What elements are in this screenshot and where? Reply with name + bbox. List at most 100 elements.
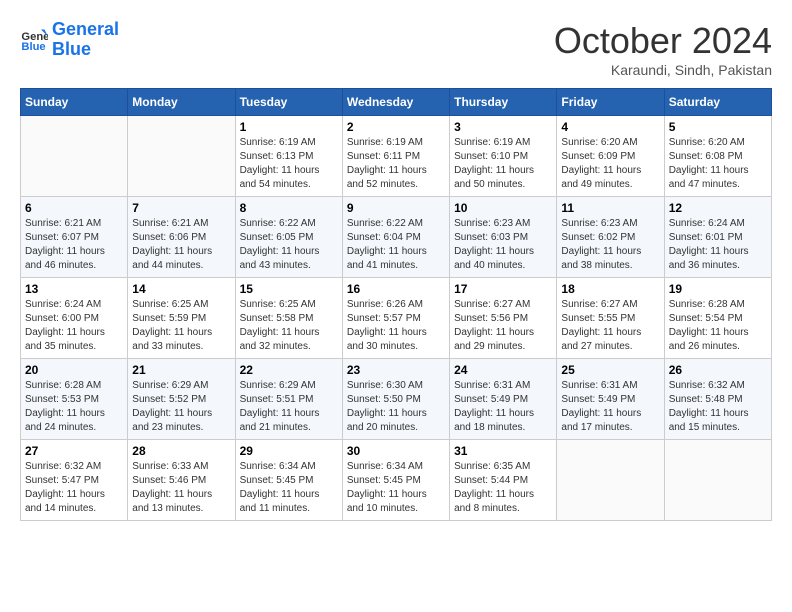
day-number: 29 bbox=[240, 444, 338, 458]
calendar-cell: 31Sunrise: 6:35 AM Sunset: 5:44 PM Dayli… bbox=[450, 440, 557, 521]
day-number: 23 bbox=[347, 363, 445, 377]
day-number: 12 bbox=[669, 201, 767, 215]
weekday-header-thursday: Thursday bbox=[450, 89, 557, 116]
day-detail: Sunrise: 6:20 AM Sunset: 6:08 PM Dayligh… bbox=[669, 136, 767, 192]
day-number: 4 bbox=[561, 120, 659, 134]
day-number: 15 bbox=[240, 282, 338, 296]
weekday-header-monday: Monday bbox=[128, 89, 235, 116]
calendar-cell: 6 Sunrise: 6:21 AM Sunset: 6:07 PM Daylig… bbox=[21, 197, 128, 278]
day-number: 25 bbox=[561, 363, 659, 377]
calendar-cell: 14 Sunrise: 6:25 AM Sunset: 5:59 PM Dayli… bbox=[128, 278, 235, 359]
day-number: 2 bbox=[347, 120, 445, 134]
calendar-cell: 26Sunrise: 6:32 AM Sunset: 5:48 PM Dayli… bbox=[664, 359, 771, 440]
calendar-cell: 30 Sunrise: 6:34 AM Sunset: 5:45 PM Dayli… bbox=[342, 440, 449, 521]
day-detail: Sunrise: 6:32 AM Sunset: 5:48 PM Dayligh… bbox=[669, 379, 767, 435]
calendar-cell: 7 Sunrise: 6:21 AM Sunset: 6:06 PM Daylig… bbox=[128, 197, 235, 278]
day-detail: Sunrise: 6:31 AM Sunset: 5:49 PM Dayligh… bbox=[561, 379, 659, 435]
day-detail: Sunrise: 6:31 AM Sunset: 5:49 PM Dayligh… bbox=[454, 379, 552, 435]
calendar-week-5: 27 Sunrise: 6:32 AM Sunset: 5:47 PM Dayli… bbox=[21, 440, 772, 521]
weekday-header-saturday: Saturday bbox=[664, 89, 771, 116]
calendar-cell: 28 Sunrise: 6:33 AM Sunset: 5:46 PM Dayli… bbox=[128, 440, 235, 521]
title-block: October 2024 Karaundi, Sindh, Pakistan bbox=[554, 20, 772, 78]
day-detail: Sunrise: 6:21 AM Sunset: 6:06 PM Dayligh… bbox=[132, 217, 230, 273]
logo-icon: General Blue bbox=[20, 26, 48, 54]
logo: General Blue GeneralBlue bbox=[20, 20, 119, 60]
calendar-cell: 4Sunrise: 6:20 AM Sunset: 6:09 PM Daylig… bbox=[557, 116, 664, 197]
calendar-cell bbox=[664, 440, 771, 521]
calendar-week-3: 13 Sunrise: 6:24 AM Sunset: 6:00 PM Dayli… bbox=[21, 278, 772, 359]
day-number: 13 bbox=[25, 282, 123, 296]
day-number: 5 bbox=[669, 120, 767, 134]
calendar-body: 1 Sunrise: 6:19 AM Sunset: 6:13 PM Daylig… bbox=[21, 116, 772, 521]
day-detail: Sunrise: 6:34 AM Sunset: 5:45 PM Dayligh… bbox=[347, 460, 445, 516]
svg-text:Blue: Blue bbox=[21, 41, 45, 53]
day-number: 24 bbox=[454, 363, 552, 377]
day-number: 18 bbox=[561, 282, 659, 296]
weekday-header-wednesday: Wednesday bbox=[342, 89, 449, 116]
day-detail: Sunrise: 6:25 AM Sunset: 5:58 PM Dayligh… bbox=[240, 298, 338, 354]
day-number: 6 bbox=[25, 201, 123, 215]
day-detail: Sunrise: 6:21 AM Sunset: 6:07 PM Dayligh… bbox=[25, 217, 123, 273]
calendar-cell: 18Sunrise: 6:27 AM Sunset: 5:55 PM Dayli… bbox=[557, 278, 664, 359]
page-header: General Blue GeneralBlue October 2024 Ka… bbox=[20, 20, 772, 78]
day-detail: Sunrise: 6:29 AM Sunset: 5:51 PM Dayligh… bbox=[240, 379, 338, 435]
calendar-cell: 9Sunrise: 6:22 AM Sunset: 6:04 PM Daylig… bbox=[342, 197, 449, 278]
day-detail: Sunrise: 6:24 AM Sunset: 6:00 PM Dayligh… bbox=[25, 298, 123, 354]
day-number: 20 bbox=[25, 363, 123, 377]
day-detail: Sunrise: 6:25 AM Sunset: 5:59 PM Dayligh… bbox=[132, 298, 230, 354]
calendar-cell: 25 Sunrise: 6:31 AM Sunset: 5:49 PM Dayli… bbox=[557, 359, 664, 440]
calendar-week-2: 6 Sunrise: 6:21 AM Sunset: 6:07 PM Daylig… bbox=[21, 197, 772, 278]
day-number: 1 bbox=[240, 120, 338, 134]
calendar-cell: 15 Sunrise: 6:25 AM Sunset: 5:58 PM Dayli… bbox=[235, 278, 342, 359]
day-number: 30 bbox=[347, 444, 445, 458]
calendar-cell: 10Sunrise: 6:23 AM Sunset: 6:03 PM Dayli… bbox=[450, 197, 557, 278]
weekday-header-friday: Friday bbox=[557, 89, 664, 116]
day-detail: Sunrise: 6:34 AM Sunset: 5:45 PM Dayligh… bbox=[240, 460, 338, 516]
weekday-header-sunday: Sunday bbox=[21, 89, 128, 116]
calendar-cell: 8Sunrise: 6:22 AM Sunset: 6:05 PM Daylig… bbox=[235, 197, 342, 278]
day-number: 7 bbox=[132, 201, 230, 215]
calendar-cell: 1 Sunrise: 6:19 AM Sunset: 6:13 PM Daylig… bbox=[235, 116, 342, 197]
day-number: 22 bbox=[240, 363, 338, 377]
calendar-cell bbox=[128, 116, 235, 197]
day-detail: Sunrise: 6:26 AM Sunset: 5:57 PM Dayligh… bbox=[347, 298, 445, 354]
day-detail: Sunrise: 6:22 AM Sunset: 6:04 PM Dayligh… bbox=[347, 217, 445, 273]
logo-text: GeneralBlue bbox=[52, 20, 119, 60]
calendar-cell: 3Sunrise: 6:19 AM Sunset: 6:10 PM Daylig… bbox=[450, 116, 557, 197]
day-number: 19 bbox=[669, 282, 767, 296]
day-detail: Sunrise: 6:19 AM Sunset: 6:11 PM Dayligh… bbox=[347, 136, 445, 192]
calendar-cell: 17Sunrise: 6:27 AM Sunset: 5:56 PM Dayli… bbox=[450, 278, 557, 359]
day-detail: Sunrise: 6:23 AM Sunset: 6:02 PM Dayligh… bbox=[561, 217, 659, 273]
calendar-cell bbox=[21, 116, 128, 197]
calendar-cell: 27 Sunrise: 6:32 AM Sunset: 5:47 PM Dayli… bbox=[21, 440, 128, 521]
day-detail: Sunrise: 6:29 AM Sunset: 5:52 PM Dayligh… bbox=[132, 379, 230, 435]
calendar-cell: 13 Sunrise: 6:24 AM Sunset: 6:00 PM Dayli… bbox=[21, 278, 128, 359]
calendar-cell: 22 Sunrise: 6:29 AM Sunset: 5:51 PM Dayli… bbox=[235, 359, 342, 440]
calendar-cell: 11Sunrise: 6:23 AM Sunset: 6:02 PM Dayli… bbox=[557, 197, 664, 278]
day-detail: Sunrise: 6:19 AM Sunset: 6:13 PM Dayligh… bbox=[240, 136, 338, 192]
calendar-cell: 19 Sunrise: 6:28 AM Sunset: 5:54 PM Dayli… bbox=[664, 278, 771, 359]
calendar-cell: 20 Sunrise: 6:28 AM Sunset: 5:53 PM Dayli… bbox=[21, 359, 128, 440]
month-title: October 2024 bbox=[554, 20, 772, 62]
day-detail: Sunrise: 6:22 AM Sunset: 6:05 PM Dayligh… bbox=[240, 217, 338, 273]
day-number: 27 bbox=[25, 444, 123, 458]
location: Karaundi, Sindh, Pakistan bbox=[554, 62, 772, 78]
day-number: 17 bbox=[454, 282, 552, 296]
calendar-table: SundayMondayTuesdayWednesdayThursdayFrid… bbox=[20, 88, 772, 521]
day-detail: Sunrise: 6:33 AM Sunset: 5:46 PM Dayligh… bbox=[132, 460, 230, 516]
day-detail: Sunrise: 6:28 AM Sunset: 5:54 PM Dayligh… bbox=[669, 298, 767, 354]
day-number: 14 bbox=[132, 282, 230, 296]
calendar-cell: 24 Sunrise: 6:31 AM Sunset: 5:49 PM Dayli… bbox=[450, 359, 557, 440]
day-number: 31 bbox=[454, 444, 552, 458]
weekday-header-row: SundayMondayTuesdayWednesdayThursdayFrid… bbox=[21, 89, 772, 116]
day-detail: Sunrise: 6:23 AM Sunset: 6:03 PM Dayligh… bbox=[454, 217, 552, 273]
weekday-header-tuesday: Tuesday bbox=[235, 89, 342, 116]
calendar-week-4: 20 Sunrise: 6:28 AM Sunset: 5:53 PM Dayli… bbox=[21, 359, 772, 440]
day-detail: Sunrise: 6:28 AM Sunset: 5:53 PM Dayligh… bbox=[25, 379, 123, 435]
calendar-cell: 12Sunrise: 6:24 AM Sunset: 6:01 PM Dayli… bbox=[664, 197, 771, 278]
day-detail: Sunrise: 6:30 AM Sunset: 5:50 PM Dayligh… bbox=[347, 379, 445, 435]
day-number: 28 bbox=[132, 444, 230, 458]
calendar-cell: 2 Sunrise: 6:19 AM Sunset: 6:11 PM Daylig… bbox=[342, 116, 449, 197]
day-detail: Sunrise: 6:32 AM Sunset: 5:47 PM Dayligh… bbox=[25, 460, 123, 516]
calendar-cell: 5 Sunrise: 6:20 AM Sunset: 6:08 PM Daylig… bbox=[664, 116, 771, 197]
